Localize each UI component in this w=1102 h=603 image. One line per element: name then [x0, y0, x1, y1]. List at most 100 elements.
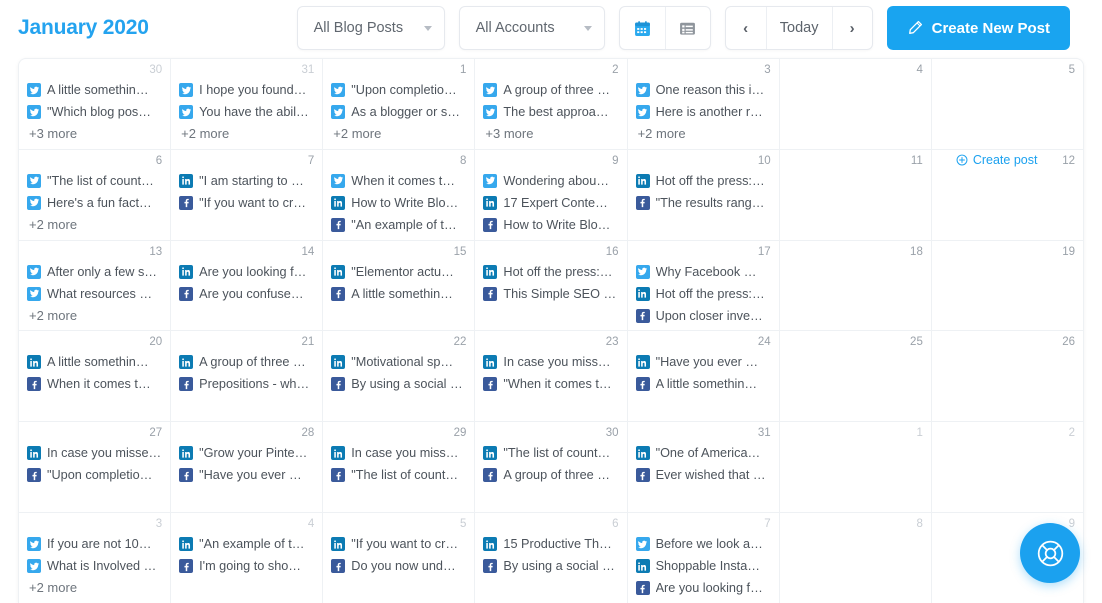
calendar-event[interactable]: When it comes t… — [331, 170, 466, 192]
calendar-event[interactable]: Shoppable Insta… — [635, 555, 771, 577]
calendar-event[interactable]: Upon closer inve… — [635, 305, 771, 327]
calendar-day-cell[interactable]: 28 "Grow your Pinte… "Have you ever … — [171, 422, 324, 513]
more-events-link[interactable]: +3 more — [483, 126, 618, 142]
calendar-view-button[interactable] — [620, 7, 665, 49]
calendar-event[interactable]: A little somethin… — [331, 283, 466, 305]
calendar-event[interactable]: In case you misse… — [27, 442, 162, 464]
calendar-day-cell[interactable]: 2 — [932, 422, 1083, 512]
calendar-day-cell[interactable]: Create post 12 — [932, 150, 1083, 240]
calendar-event[interactable]: Ever wished that … — [635, 464, 771, 486]
calendar-event[interactable]: 15 Productive Th… — [483, 533, 618, 555]
calendar-event[interactable]: After only a few s… — [27, 261, 162, 283]
calendar-event[interactable]: What is Involved … — [27, 555, 162, 577]
calendar-event[interactable]: "The list of count… — [331, 464, 466, 486]
calendar-day-cell[interactable]: 8 — [780, 513, 932, 603]
calendar-day-cell[interactable]: 16 Hot off the press:… This Simple SEO … — [475, 240, 628, 331]
calendar-event[interactable]: Hot off the press:… — [635, 170, 771, 192]
more-events-link[interactable]: +3 more — [27, 126, 162, 142]
calendar-event[interactable]: "If you want to cr… — [179, 192, 314, 214]
calendar-day-cell[interactable]: 20 A little somethin… When it comes t… — [19, 331, 172, 422]
calendar-day-cell[interactable]: 9 Wondering abou… 17 Expert Conte… How to W… — [475, 149, 628, 240]
calendar-event[interactable]: If you are not 10… — [27, 533, 162, 555]
calendar-day-cell[interactable]: 31 I hope you found… You have the abil… +2 … — [171, 59, 324, 149]
calendar-event[interactable]: When it comes t… — [27, 373, 162, 395]
more-events-link[interactable]: +2 more — [27, 580, 162, 596]
calendar-event[interactable]: What resources … — [27, 283, 162, 305]
today-button[interactable]: Today — [765, 7, 832, 49]
calendar-event[interactable]: This Simple SEO … — [483, 283, 618, 305]
more-events-link[interactable]: +2 more — [27, 308, 162, 324]
calendar-event[interactable]: A group of three … — [483, 464, 618, 486]
calendar-day-cell[interactable]: 13 After only a few s… What resources … +2 … — [19, 240, 172, 331]
calendar-event[interactable]: "Upon completio… — [331, 79, 466, 101]
calendar-event[interactable]: "Grow your Pinte… — [179, 442, 314, 464]
more-events-link[interactable]: +2 more — [179, 126, 314, 142]
calendar-event[interactable]: Here is another r… — [635, 101, 771, 123]
calendar-day-cell[interactable]: 29 In case you miss… "The list of count… — [323, 422, 476, 513]
accounts-filter-select[interactable]: All Accounts — [458, 6, 605, 50]
calendar-day-cell[interactable]: 19 — [932, 241, 1083, 331]
calendar-day-cell[interactable]: 30 A little somethin… "Which blog pos… +3 m… — [19, 59, 172, 149]
next-month-button[interactable]: › — [831, 7, 872, 49]
calendar-day-cell[interactable]: 30 "The list of count… A group of three … — [475, 422, 628, 513]
calendar-event[interactable]: Here's a fun fact… — [27, 192, 162, 214]
calendar-day-cell[interactable]: 6 "The list of count… Here's a fun fact… +2… — [19, 149, 172, 240]
calendar-event[interactable]: "When it comes t… — [483, 373, 618, 395]
calendar-event[interactable]: How to Write Blo… — [483, 214, 618, 236]
calendar-day-cell[interactable]: 2A group of three … The best approa… +3 mo… — [475, 59, 628, 149]
calendar-day-cell[interactable]: 5 "If you want to cr… Do you now und… — [323, 513, 476, 603]
calendar-event[interactable]: Wondering abou… — [483, 170, 618, 192]
more-events-link[interactable]: +2 more — [636, 126, 771, 142]
calendar-event[interactable]: By using a social … — [331, 373, 466, 395]
calendar-day-cell[interactable]: 26 — [932, 331, 1083, 421]
calendar-day-cell[interactable]: 4 "An example of t… I'm going to sho… — [171, 513, 324, 603]
calendar-day-cell[interactable]: 15 "Elementor actu… A little somethin… — [323, 240, 476, 331]
create-post-hint[interactable]: Create post — [956, 153, 1037, 167]
calendar-event[interactable]: Prepositions - wh… — [179, 373, 314, 395]
calendar-day-cell[interactable]: 25 — [780, 331, 932, 422]
calendar-event[interactable]: "Have you ever … — [179, 464, 314, 486]
calendar-day-cell[interactable]: 3 If you are not 10… What is Involved … +2 … — [19, 513, 172, 603]
calendar-day-cell[interactable]: 6 15 Productive Th… By using a social … — [475, 513, 628, 603]
more-events-link[interactable]: +2 more — [331, 126, 466, 142]
calendar-event[interactable]: By using a social … — [483, 555, 618, 577]
calendar-day-cell[interactable]: 4 — [780, 59, 932, 149]
calendar-event[interactable]: Why Facebook … — [635, 261, 771, 283]
calendar-event[interactable]: "Have you ever … — [635, 351, 771, 373]
calendar-day-cell[interactable]: 7 Before we look a… Shoppable Insta… Are yo… — [628, 513, 780, 603]
calendar-event[interactable]: "Upon completio… — [27, 464, 162, 486]
calendar-event[interactable]: "An example of t… — [331, 214, 466, 236]
calendar-event[interactable]: A little somethin… — [635, 373, 771, 395]
calendar-event[interactable]: "The list of count… — [27, 170, 162, 192]
calendar-event[interactable]: As a blogger or s… — [331, 101, 466, 123]
calendar-event[interactable]: Do you now und… — [331, 555, 466, 577]
calendar-event[interactable]: Before we look a… — [635, 533, 771, 555]
calendar-event[interactable]: A little somethin… — [27, 79, 162, 101]
calendar-event[interactable]: A group of three … — [483, 79, 618, 101]
calendar-event[interactable]: "Which blog pos… — [27, 101, 162, 123]
calendar-day-cell[interactable]: 24 "Have you ever … A little somethin… — [628, 331, 780, 422]
calendar-event[interactable]: "An example of t… — [179, 533, 314, 555]
calendar-day-cell[interactable]: 1 "Upon completio… As a blogger or s… +2 mo… — [323, 59, 476, 149]
calendar-event[interactable]: In case you miss… — [483, 351, 618, 373]
calendar-event[interactable]: How to Write Blo… — [331, 192, 466, 214]
calendar-day-cell[interactable]: 31 "One of America… Ever wished that … — [628, 422, 780, 513]
calendar-day-cell[interactable]: 7 "I am starting to … "If you want to cr… — [171, 149, 324, 240]
calendar-event[interactable]: Hot off the press:… — [635, 283, 771, 305]
calendar-event[interactable]: "I am starting to … — [179, 170, 314, 192]
calendar-event[interactable]: I hope you found… — [179, 79, 314, 101]
calendar-event[interactable]: "The list of count… — [483, 442, 618, 464]
calendar-event[interactable]: "The results rang… — [635, 192, 771, 214]
calendar-day-cell[interactable]: 1 — [780, 422, 932, 513]
help-support-fab[interactable] — [1020, 523, 1080, 583]
calendar-event[interactable]: "One of America… — [635, 442, 771, 464]
more-events-link[interactable]: +2 more — [27, 217, 162, 233]
calendar-day-cell[interactable]: 8 When it comes t… How to Write Blo… "An ex… — [323, 149, 476, 240]
calendar-day-cell[interactable]: 23 In case you miss… "When it comes t… — [475, 331, 628, 422]
calendar-day-cell[interactable]: 21 A group of three … Prepositions - wh… — [171, 331, 324, 422]
create-new-post-button[interactable]: Create New Post — [886, 6, 1070, 50]
calendar-event[interactable]: One reason this i… — [635, 79, 771, 101]
blog-posts-filter-select[interactable]: All Blog Posts — [296, 6, 445, 50]
calendar-day-cell[interactable]: 11 — [780, 149, 932, 240]
calendar-event[interactable]: A little somethin… — [27, 351, 162, 373]
